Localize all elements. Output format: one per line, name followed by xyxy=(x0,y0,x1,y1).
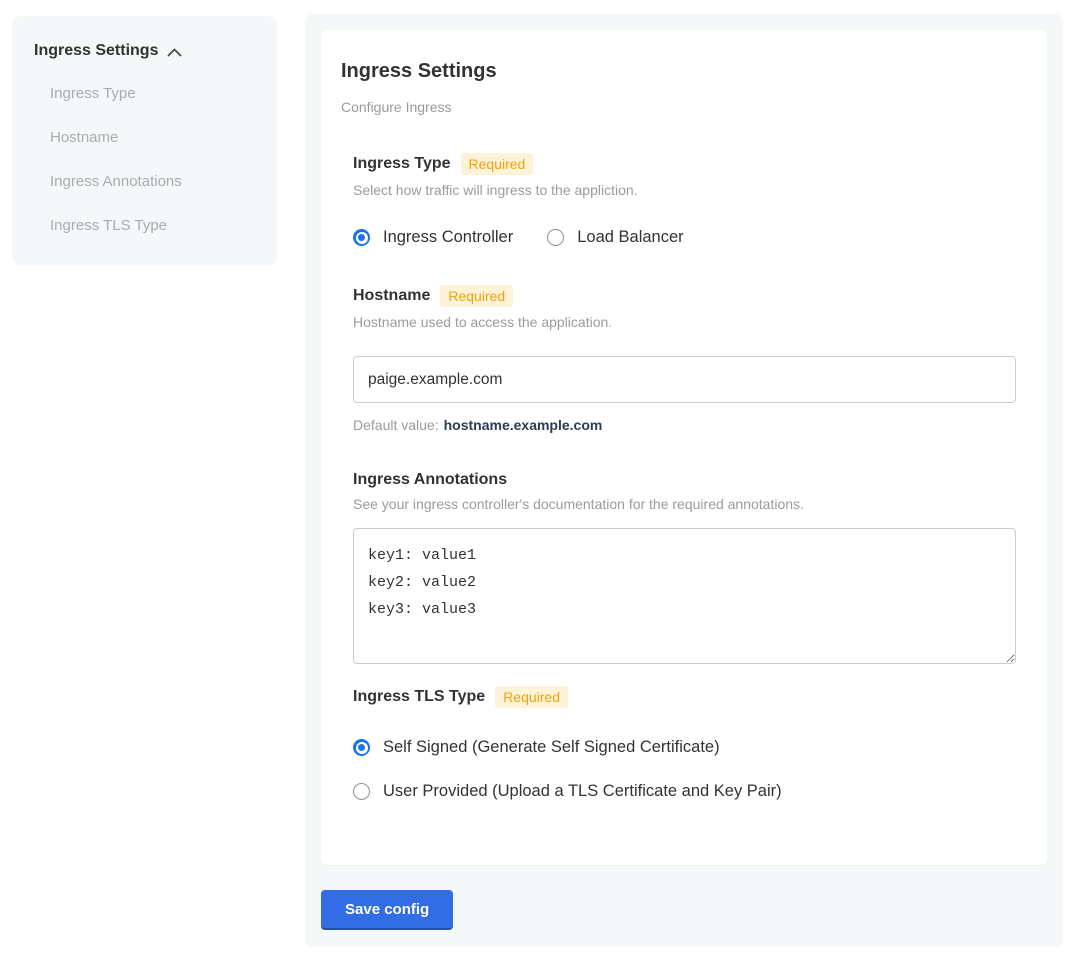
config-sections: Ingress Type Required Select how traffic… xyxy=(353,153,1015,801)
required-badge: Required xyxy=(495,686,568,708)
ingress-tls-type-label: Ingress TLS Type xyxy=(353,688,485,706)
sidebar-item-hostname[interactable]: Hostname xyxy=(50,129,257,146)
sidebar-group-ingress-settings[interactable]: Ingress Settings xyxy=(34,42,257,60)
section-ingress-type: Ingress Type Required Select how traffic… xyxy=(353,153,1015,247)
page: Ingress Settings Ingress Type Hostname I… xyxy=(0,0,1090,969)
radio-self-signed[interactable] xyxy=(353,739,370,756)
ingress-annotations-label: Ingress Annotations xyxy=(353,471,507,489)
page-title: Ingress Settings xyxy=(341,60,1015,83)
hostname-label: Hostname xyxy=(353,287,430,305)
page-subtitle: Configure Ingress xyxy=(341,99,1015,115)
config-card: Ingress Settings Configure Ingress Ingre… xyxy=(321,30,1047,865)
ingress-type-radio-group: Ingress Controller Load Balancer xyxy=(353,228,1015,247)
ingress-annotations-help: See your ingress controller's documentat… xyxy=(353,496,1015,512)
sidebar-item-list: Ingress Type Hostname Ingress Annotation… xyxy=(34,85,257,234)
ingress-tls-radio-group: Self Signed (Generate Self Signed Certif… xyxy=(353,738,1015,801)
radio-label: User Provided (Upload a TLS Certificate … xyxy=(383,782,782,801)
default-value-label: Default value: xyxy=(353,417,439,433)
radio-load-balancer[interactable] xyxy=(547,229,564,246)
default-value-text: hostname.example.com xyxy=(444,417,603,433)
section-hostname: Hostname Required Hostname used to acces… xyxy=(353,285,1015,433)
hostname-default-line: Default value: hostname.example.com xyxy=(353,417,1015,433)
radio-label: Load Balancer xyxy=(577,228,683,247)
radio-option-ingress-controller[interactable]: Ingress Controller xyxy=(353,228,513,247)
section-ingress-annotations: Ingress Annotations See your ingress con… xyxy=(353,471,1015,664)
hostname-help: Hostname used to access the application. xyxy=(353,314,1015,330)
save-config-button[interactable]: Save config xyxy=(321,890,453,928)
ingress-type-help: Select how traffic will ingress to the a… xyxy=(353,182,1015,198)
sidebar-item-ingress-tls-type[interactable]: Ingress TLS Type xyxy=(50,217,257,234)
radio-user-provided[interactable] xyxy=(353,783,370,800)
ingress-annotations-textarea[interactable]: key1: value1 key2: value2 key3: value3 xyxy=(353,528,1016,664)
radio-label: Self Signed (Generate Self Signed Certif… xyxy=(383,738,720,757)
chevron-up-icon xyxy=(167,48,182,57)
radio-option-self-signed[interactable]: Self Signed (Generate Self Signed Certif… xyxy=(353,738,1015,757)
required-badge: Required xyxy=(440,285,513,307)
radio-label: Ingress Controller xyxy=(383,228,513,247)
config-main-panel: Ingress Settings Configure Ingress Ingre… xyxy=(305,14,1063,947)
ingress-type-label: Ingress Type xyxy=(353,155,451,173)
radio-ingress-controller[interactable] xyxy=(353,229,370,246)
radio-option-load-balancer[interactable]: Load Balancer xyxy=(547,228,683,247)
section-ingress-tls-type: Ingress TLS Type Required Self Signed (G… xyxy=(353,686,1015,801)
sidebar-item-ingress-type[interactable]: Ingress Type xyxy=(50,85,257,102)
hostname-input[interactable] xyxy=(353,356,1016,403)
radio-option-user-provided[interactable]: User Provided (Upload a TLS Certificate … xyxy=(353,782,1015,801)
sidebar-group-label: Ingress Settings xyxy=(34,42,158,60)
sidebar-item-ingress-annotations[interactable]: Ingress Annotations xyxy=(50,173,257,190)
required-badge: Required xyxy=(461,153,534,175)
config-sidebar: Ingress Settings Ingress Type Hostname I… xyxy=(12,16,277,265)
